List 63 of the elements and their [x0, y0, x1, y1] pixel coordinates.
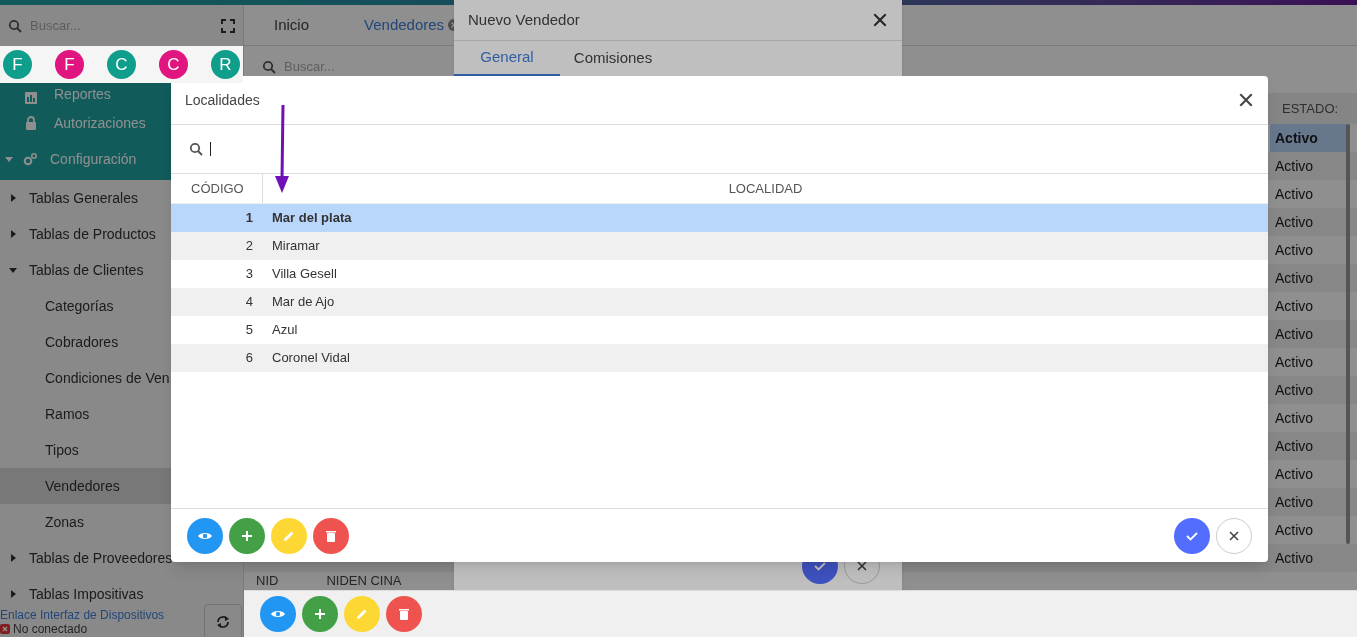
table-cell[interactable]: Activo	[1270, 544, 1347, 572]
table-row[interactable]: 1 Mar del plata	[171, 204, 1268, 232]
column-header: ESTADO:	[1282, 99, 1339, 118]
table-cell[interactable]: Activo	[1270, 516, 1347, 544]
tree-item[interactable]: Tablas de Proveedores	[0, 540, 243, 576]
table-cell[interactable]: Activo	[1270, 432, 1347, 460]
avatar[interactable]: C	[159, 50, 188, 79]
table-cell[interactable]: Activo	[1270, 376, 1347, 404]
column-label: NID	[256, 571, 279, 590]
search-icon	[189, 142, 203, 156]
refresh-icon	[214, 613, 232, 631]
table-cell[interactable]: Activo	[1270, 208, 1347, 236]
table-cell[interactable]: Activo	[1270, 236, 1347, 264]
table-cell[interactable]: Activo	[1270, 152, 1347, 180]
table-cell[interactable]: Activo	[1270, 460, 1347, 488]
table-row[interactable]: 4 Mar de Ajo	[171, 288, 1268, 316]
close-icon	[872, 12, 888, 28]
table-cell[interactable]: Activo	[1270, 124, 1347, 152]
confirm-button[interactable]	[1174, 517, 1210, 554]
tree-item[interactable]: Tablas Impositivas	[0, 576, 243, 604]
plus-icon	[312, 606, 328, 622]
table-cell[interactable]: Activo	[1270, 180, 1347, 208]
table-row[interactable]: 3 Villa Gesell	[171, 260, 1268, 288]
device-link[interactable]: Enlace Interfaz de Dispositivos	[0, 606, 165, 624]
view-button[interactable]	[260, 596, 296, 632]
avatar[interactable]: R	[211, 50, 240, 79]
cancel-button[interactable]	[1216, 517, 1252, 554]
close-button[interactable]	[872, 12, 888, 28]
fullscreen-icon	[221, 18, 235, 33]
avatar[interactable]: F	[3, 50, 32, 79]
delete-button[interactable]	[313, 517, 349, 554]
avatar[interactable]: F	[55, 50, 84, 79]
gears-icon	[23, 152, 37, 166]
column-header: CÓDIGO	[171, 174, 263, 203]
search-icon	[262, 60, 276, 74]
lock-icon	[24, 116, 38, 130]
table-row[interactable]: 5 Azul	[171, 316, 1268, 344]
add-button[interactable]	[229, 517, 265, 554]
column-header: LOCALIDAD	[727, 179, 804, 198]
refresh-button[interactable]	[204, 604, 242, 637]
table-row[interactable]: 2 Miramar	[171, 232, 1268, 260]
close-button[interactable]	[1238, 92, 1254, 108]
delete-button[interactable]	[386, 596, 422, 632]
add-button[interactable]	[302, 596, 338, 632]
view-button[interactable]	[187, 517, 223, 554]
table-cell[interactable]: Activo	[1270, 404, 1347, 432]
close-icon	[1238, 92, 1254, 108]
table-cell[interactable]: Activo	[1270, 488, 1347, 516]
tab[interactable]: Inicio	[274, 5, 310, 45]
text-cursor	[210, 142, 211, 156]
search-icon	[8, 18, 22, 33]
dialog-title: Nuevo Vendedor	[468, 9, 580, 30]
column-label: NIDEN CINA	[326, 571, 402, 590]
trash-icon	[396, 606, 412, 622]
connection-status: No conectado	[13, 622, 88, 636]
avatar[interactable]: C	[107, 50, 136, 79]
table-cell[interactable]: Activo	[1270, 264, 1347, 292]
table-cell[interactable]: Activo	[1270, 320, 1347, 348]
table-cell[interactable]: Activo	[1270, 292, 1347, 320]
tab[interactable]: Comisiones	[560, 41, 666, 76]
table-row[interactable]: 6 Coronel Vidal	[171, 344, 1268, 372]
chart-icon	[24, 91, 38, 105]
table-cell[interactable]: Activo	[1270, 348, 1347, 376]
